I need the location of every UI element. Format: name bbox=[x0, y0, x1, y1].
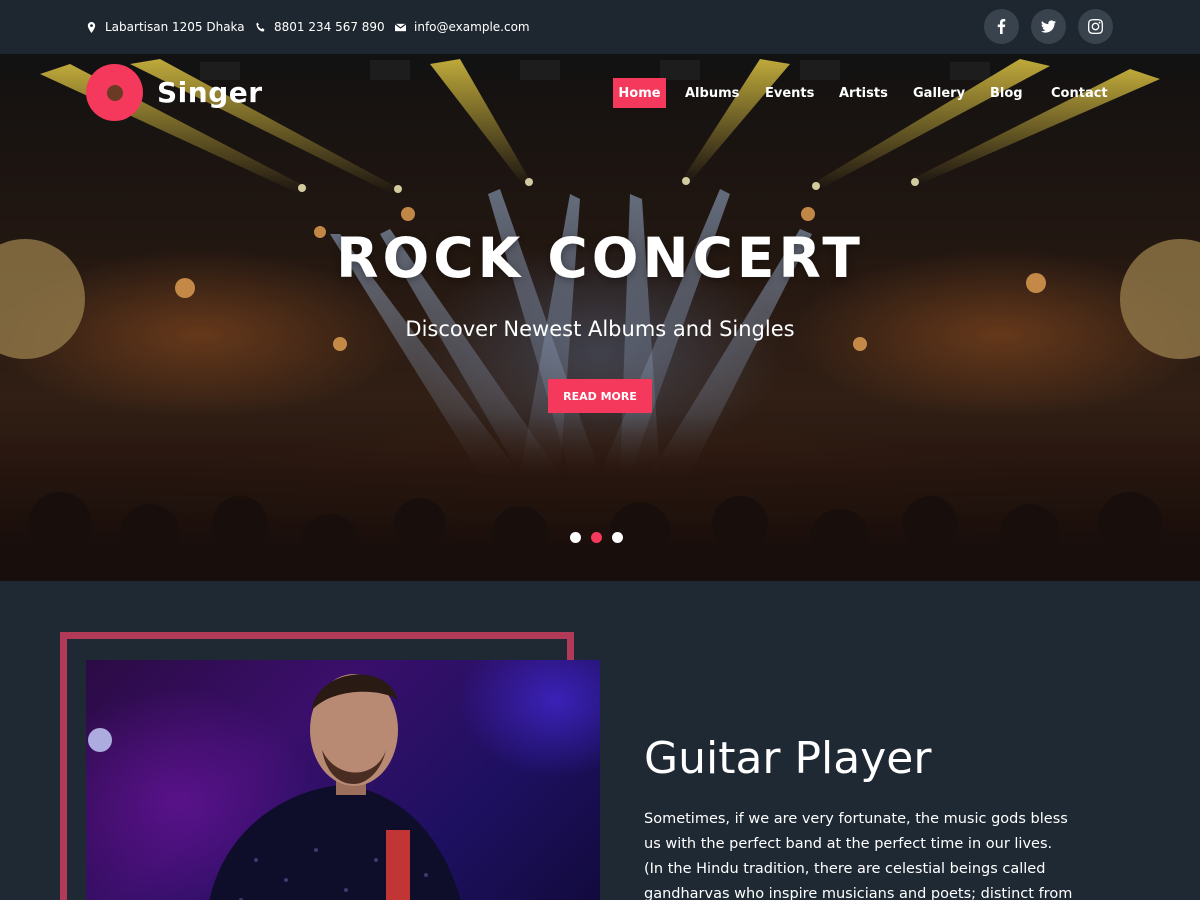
nav-albums[interactable]: Albums bbox=[676, 78, 748, 108]
instagram-icon bbox=[1088, 19, 1103, 34]
hero-subtitle: Discover Newest Albums and Singles bbox=[405, 317, 795, 341]
main-navigation: Home Albums Events Artists Gallery Blog … bbox=[0, 78, 1200, 108]
hero-slider: Singer Home Albums Events Artists Galler… bbox=[0, 54, 1200, 581]
twitter-icon bbox=[1041, 20, 1056, 33]
email-text[interactable]: info@example.com bbox=[414, 20, 530, 34]
address-text: Labartisan 1205 Dhaka bbox=[105, 20, 245, 34]
nav-home[interactable]: Home bbox=[613, 78, 666, 108]
email-item[interactable]: info@example.com bbox=[395, 0, 530, 54]
phone-icon bbox=[256, 22, 265, 32]
address-item: Labartisan 1205 Dhaka bbox=[86, 0, 245, 54]
nav-gallery[interactable]: Gallery bbox=[904, 78, 974, 108]
slider-dots bbox=[570, 532, 623, 543]
phone-item[interactable]: 8801 234 567 890 bbox=[255, 0, 385, 54]
envelope-icon bbox=[395, 22, 406, 31]
slider-dot-3[interactable] bbox=[612, 532, 623, 543]
nav-artists[interactable]: Artists bbox=[830, 78, 897, 108]
section-title: Guitar Player bbox=[644, 733, 932, 784]
section-description: Sometimes, if we are very fortunate, the… bbox=[644, 811, 1073, 900]
slider-dot-1[interactable] bbox=[570, 532, 581, 543]
twitter-button[interactable] bbox=[1031, 9, 1066, 44]
map-pin-icon bbox=[87, 21, 96, 33]
facebook-button[interactable] bbox=[984, 9, 1019, 44]
nav-contact[interactable]: Contact bbox=[1042, 78, 1117, 108]
instagram-button[interactable] bbox=[1078, 9, 1113, 44]
nav-events[interactable]: Events bbox=[756, 78, 823, 108]
guitar-player-image bbox=[88, 674, 461, 900]
facebook-icon bbox=[997, 19, 1006, 34]
phone-text[interactable]: 8801 234 567 890 bbox=[274, 20, 385, 34]
nav-blog[interactable]: Blog bbox=[981, 78, 1032, 108]
guitar-player-photo bbox=[86, 660, 600, 900]
read-more-button[interactable]: READ MORE bbox=[548, 379, 652, 413]
hero-title: ROCK CONCERT bbox=[336, 226, 864, 290]
slider-dot-2[interactable] bbox=[591, 532, 602, 543]
top-bar: Labartisan 1205 Dhaka 8801 234 567 890 i… bbox=[0, 0, 1200, 54]
